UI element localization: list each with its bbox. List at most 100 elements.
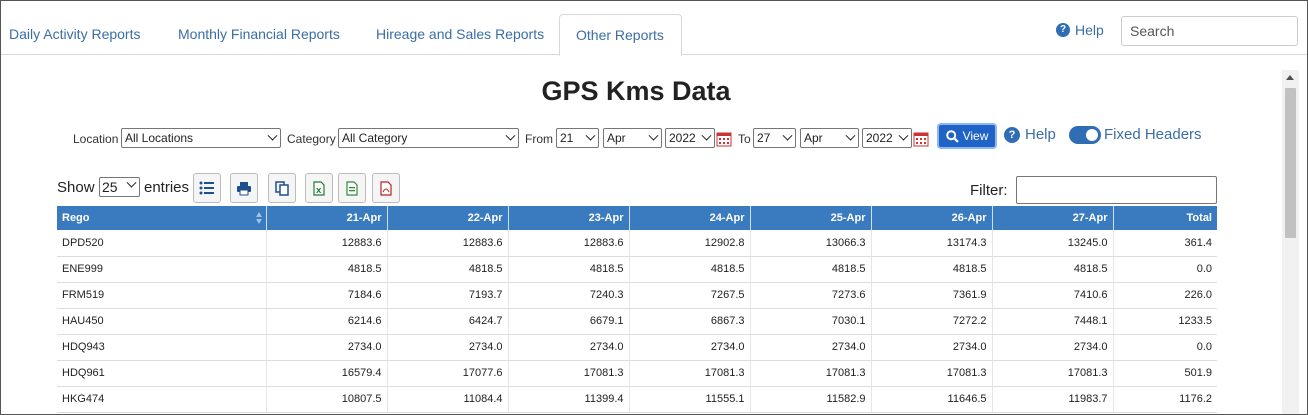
page-title: GPS Kms Data: [541, 76, 731, 106]
rego-cell: HDQ961: [57, 360, 267, 387]
column-header-date[interactable]: 26-Apr: [871, 206, 993, 230]
chevron-down-icon: [898, 130, 909, 141]
chevron-down-icon: [585, 130, 596, 141]
kms-cell: 2734.0: [629, 334, 751, 361]
kms-cell: 11582.9: [750, 386, 872, 413]
kms-cell: 7448.1: [992, 308, 1114, 335]
column-header-date[interactable]: 24-Apr: [629, 206, 751, 230]
kms-cell: 2734.0: [387, 334, 509, 361]
from-year-select[interactable]: 2022: [665, 128, 715, 148]
view-button[interactable]: View: [937, 123, 997, 149]
kms-cell: 6214.6: [266, 308, 388, 335]
calendar-icon[interactable]: [716, 131, 732, 147]
csv-file-icon: [346, 180, 358, 196]
category-select[interactable]: All Category: [338, 128, 519, 148]
search-icon: [945, 129, 959, 143]
to-month-select[interactable]: Apr: [800, 128, 859, 148]
show-label: Show: [57, 179, 95, 196]
help-link[interactable]: ? Help: [1004, 126, 1056, 143]
column-header-date[interactable]: 25-Apr: [750, 206, 872, 230]
rego-cell: HAU450: [57, 308, 267, 335]
total-cell: 1176.2: [1113, 386, 1217, 413]
kms-cell: 7030.1: [750, 308, 872, 335]
print-button[interactable]: [230, 173, 258, 203]
copy-icon: [275, 180, 289, 196]
scrollbar-thumb[interactable]: [1285, 88, 1296, 238]
kms-cell: 7410.6: [992, 282, 1114, 309]
from-month-value: Apr: [607, 131, 626, 145]
kms-cell: 6424.7: [387, 308, 509, 335]
column-header-rego[interactable]: Rego: [57, 206, 267, 230]
kms-cell: 2734.0: [508, 334, 630, 361]
kms-cell: 2734.0: [750, 334, 872, 361]
kms-cell: 4818.5: [750, 256, 872, 283]
kms-cell: 11983.7: [992, 386, 1114, 413]
kms-cell: 12902.8: [629, 230, 751, 257]
kms-cell: 7272.2: [871, 308, 993, 335]
copy-button[interactable]: [268, 173, 296, 203]
from-day-select[interactable]: 21: [556, 128, 599, 148]
kms-cell: 4818.5: [992, 256, 1114, 283]
column-header-label: Rego: [62, 212, 90, 224]
category-label: Category: [287, 132, 336, 146]
list-icon: [199, 181, 214, 195]
fixed-headers-label: Fixed Headers: [1104, 126, 1202, 143]
to-day-select[interactable]: 27: [753, 128, 796, 148]
help-label: Help: [1075, 22, 1104, 38]
from-day-value: 21: [560, 131, 574, 145]
total-cell: 0.0: [1113, 334, 1217, 361]
entries-label: entries: [144, 179, 190, 196]
print-icon: [237, 181, 251, 195]
export-csv-button[interactable]: [338, 173, 366, 203]
kms-cell: 4818.5: [508, 256, 630, 283]
export-pdf-button[interactable]: [372, 173, 400, 203]
column-header-date[interactable]: 23-Apr: [508, 206, 630, 230]
table-row: HDQ961 16579.4 17077.6 17081.3 17081.3 17081.…: [57, 360, 1217, 387]
tab-other-reports[interactable]: Other Reports: [559, 14, 682, 56]
kms-cell: 17081.3: [629, 360, 751, 387]
help-link-top[interactable]: ? Help: [1056, 22, 1104, 38]
svg-text:X: X: [316, 187, 322, 195]
scroll-up-arrow-icon[interactable]: [1286, 75, 1294, 80]
kms-cell: 7361.9: [871, 282, 993, 309]
kms-cell: 12883.6: [387, 230, 509, 257]
tab-hireage-and-sales-reports[interactable]: Hireage and Sales Reports: [360, 14, 560, 55]
kms-cell: 17081.3: [750, 360, 872, 387]
column-visibility-button[interactable]: [193, 173, 221, 203]
location-select-value: All Locations: [125, 131, 194, 145]
column-header-total[interactable]: Total: [1113, 206, 1217, 230]
column-header-date[interactable]: 22-Apr: [387, 206, 509, 230]
chevron-down-icon: [845, 130, 856, 141]
total-cell: 226.0: [1113, 282, 1217, 309]
kms-cell: 2734.0: [266, 334, 388, 361]
kms-cell: 2734.0: [992, 334, 1114, 361]
column-header-date[interactable]: 27-Apr: [992, 206, 1114, 230]
column-header-date[interactable]: 21-Apr: [266, 206, 388, 230]
fixed-headers-toggle[interactable]: [1069, 126, 1101, 144]
kms-cell: 11555.1: [629, 386, 751, 413]
sort-icon: [255, 212, 262, 224]
export-excel-button[interactable]: X: [305, 173, 333, 203]
tab-daily-activity-reports[interactable]: Daily Activity Reports: [0, 14, 156, 55]
kms-cell: 11399.4: [508, 386, 630, 413]
entries-select[interactable]: 25: [99, 177, 140, 197]
total-cell: 0.0: [1113, 256, 1217, 283]
gps-kms-table: Rego 21-Apr 22-Apr 23-Apr 24-Apr 25-Apr …: [57, 206, 1217, 413]
rego-cell: ENE999: [57, 256, 267, 283]
kms-cell: 10807.5: [266, 386, 388, 413]
kms-cell: 4818.5: [266, 256, 388, 283]
from-month-select[interactable]: Apr: [603, 128, 662, 148]
kms-cell: 4818.5: [871, 256, 993, 283]
calendar-icon[interactable]: [913, 131, 929, 147]
kms-cell: 16579.4: [266, 360, 388, 387]
to-label: To: [738, 132, 751, 146]
tab-monthly-financial-reports[interactable]: Monthly Financial Reports: [162, 14, 356, 55]
filter-input[interactable]: [1016, 176, 1217, 204]
location-label: Location: [73, 132, 119, 146]
to-year-select[interactable]: 2022: [862, 128, 912, 148]
question-circle-icon: ?: [1004, 126, 1020, 143]
search-input[interactable]: [1121, 16, 1298, 46]
vertical-scrollbar[interactable]: [1282, 70, 1299, 415]
location-select[interactable]: All Locations: [121, 128, 281, 148]
rego-cell: HKG474: [57, 386, 267, 413]
